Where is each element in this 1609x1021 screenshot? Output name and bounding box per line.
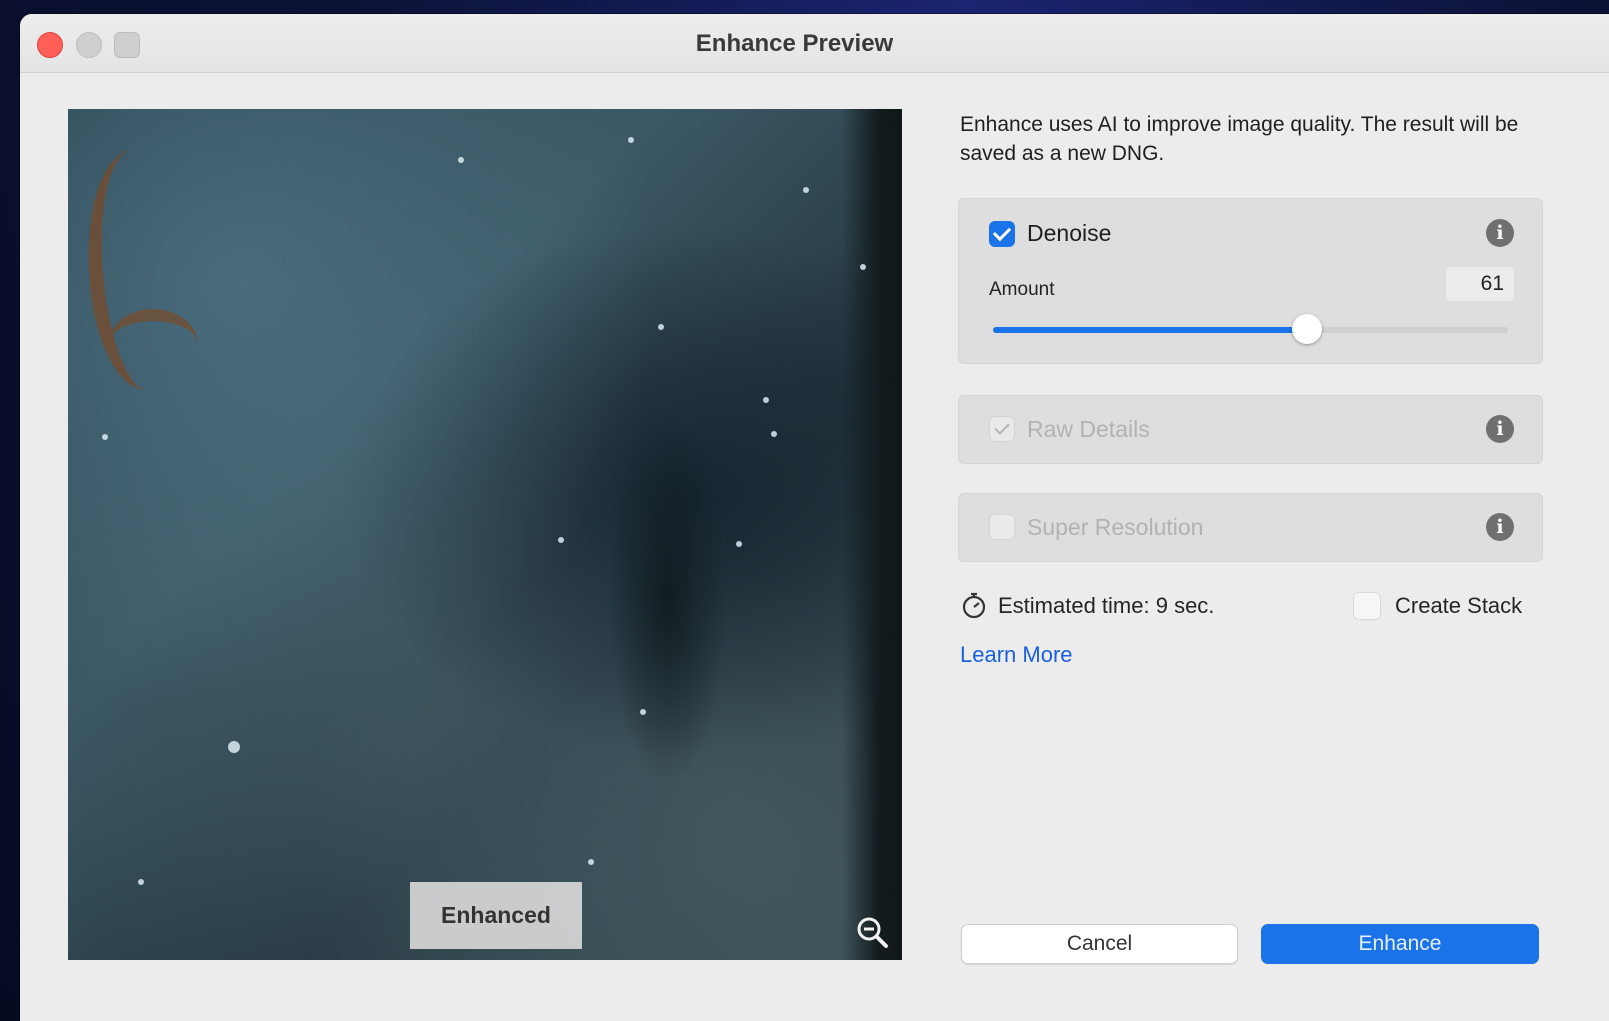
create-stack-label: Create Stack	[1395, 593, 1523, 618]
noise-speck	[860, 264, 866, 270]
noise-speck	[558, 537, 564, 543]
estimated-time: Estimated time: 9 sec.	[960, 592, 1214, 620]
denoise-info-icon[interactable]: i	[1486, 219, 1514, 247]
noise-speck	[138, 879, 144, 885]
cancel-button[interactable]: Cancel	[961, 924, 1238, 964]
preview-dark-edge	[842, 109, 902, 960]
desktop: Enhance Preview Enhanced Enhance uses AI…	[0, 0, 1609, 1021]
raw-details-group: Raw Details i	[958, 395, 1543, 464]
noise-speck	[102, 434, 108, 440]
noise-speck	[658, 324, 664, 330]
slider-fill	[993, 327, 1308, 333]
estimated-time-text: Estimated time: 9 sec.	[998, 593, 1215, 618]
enhance-dialog: Enhance Preview Enhanced Enhance uses AI…	[20, 14, 1609, 1021]
raw-details-checkbox[interactable]	[989, 416, 1015, 442]
amount-value-field[interactable]: 61	[1446, 267, 1514, 301]
slider-thumb[interactable]	[1292, 314, 1323, 344]
noise-speck	[803, 187, 809, 193]
noise-speck	[628, 137, 634, 143]
noise-speck	[588, 859, 594, 865]
title-bar: Enhance Preview	[20, 14, 1609, 73]
preview-shadow	[608, 409, 728, 789]
denoise-label: Denoise	[1027, 220, 1112, 246]
raw-details-label: Raw Details	[1027, 416, 1150, 442]
timer-icon	[962, 592, 986, 619]
create-stack-option[interactable]: Create Stack	[1353, 592, 1522, 620]
noise-speck	[763, 397, 769, 403]
amount-slider[interactable]	[993, 314, 1508, 344]
image-preview[interactable]: Enhanced	[68, 109, 902, 960]
noise-speck	[771, 431, 777, 437]
zoom-out-icon[interactable]	[853, 913, 893, 953]
noise-speck	[736, 541, 742, 547]
denoise-checkbox[interactable]	[989, 221, 1015, 247]
noise-speck	[640, 709, 646, 715]
learn-more-link[interactable]: Learn More	[960, 642, 1073, 668]
enhance-description: Enhance uses AI to improve image quality…	[960, 113, 1519, 165]
super-resolution-group: Super Resolution i	[958, 493, 1543, 562]
enhance-button[interactable]: Enhance	[1261, 924, 1539, 964]
noise-speck	[228, 741, 240, 753]
super-resolution-info-icon[interactable]: i	[1486, 513, 1514, 541]
window-title: Enhance Preview	[695, 30, 894, 57]
preview-branch-arm	[108, 309, 198, 381]
super-resolution-label: Super Resolution	[1027, 514, 1204, 540]
denoise-group: Denoise i Amount 61	[958, 198, 1543, 364]
create-stack-checkbox[interactable]	[1353, 592, 1381, 620]
enhanced-badge: Enhanced	[410, 882, 582, 949]
noise-speck	[458, 157, 464, 163]
raw-details-info-icon[interactable]: i	[1486, 415, 1514, 443]
super-resolution-checkbox[interactable]	[989, 514, 1015, 540]
amount-label: Amount	[989, 279, 1055, 300]
